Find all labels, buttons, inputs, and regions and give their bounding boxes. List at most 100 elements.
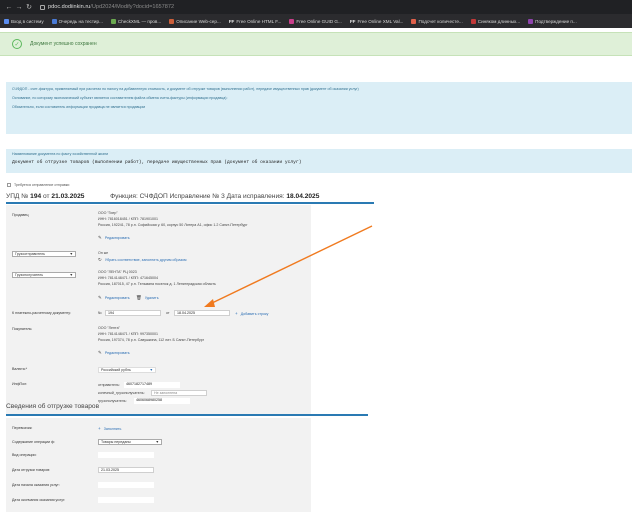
bookmark-icon: [169, 18, 175, 24]
site-info-icon[interactable]: [40, 4, 45, 10]
bookmark-label: Free Online GUID G...: [296, 18, 342, 24]
content-select[interactable]: Товары переданы ▼: [98, 439, 162, 445]
page-content: ✓ Документ успешно сохранен СЧФДОП - сче…: [0, 28, 632, 512]
bookmark-icon: FF: [228, 18, 235, 24]
back-icon[interactable]: ←: [4, 4, 14, 11]
bookmark-item[interactable]: Описание Web-сер...: [169, 18, 221, 24]
bookmark-icon: [51, 18, 57, 24]
dispatch-flag[interactable]: Требуется отправление отправки: [7, 183, 69, 187]
currency-select[interactable]: Российский рубль ▼: [98, 367, 156, 373]
correction-date-label: Дата исправления:: [226, 193, 285, 200]
operation-type-input[interactable]: [98, 452, 154, 458]
document-header: УПД № 194 от 21.03.2025 Функция: СЧФДОП …: [6, 193, 319, 200]
dispatch-label: Требуется отправление отправки: [14, 183, 70, 187]
payment-from-label: от: [166, 311, 170, 315]
infpol-key: отправитель:: [98, 383, 120, 387]
bookmark-item[interactable]: FF Free Online HTML F...: [229, 19, 282, 24]
info-line: СЧФДОП - счет-фактура, применяемый при р…: [12, 87, 359, 91]
bookmark-item[interactable]: CheckXML — пров...: [110, 18, 162, 24]
info-line: Основание, по которому экономический суб…: [12, 96, 228, 100]
plus-icon: +: [235, 311, 238, 316]
seller-label: Продавец: [12, 213, 29, 217]
ship-date-label: Дата отгрузки товаров:: [12, 468, 51, 472]
check-icon: ✓: [12, 39, 22, 49]
pencil-icon: ✎: [98, 235, 102, 240]
seller-name: ООО "Гиер": [98, 211, 118, 215]
bookmark-item[interactable]: Подтверждение п...: [528, 18, 577, 24]
bookmark-icon: FF: [349, 18, 356, 24]
add-row-label: Добавить строку: [240, 311, 269, 316]
bookmark-item[interactable]: Очередь на тестир...: [51, 18, 103, 24]
bookmark-item[interactable]: Синяком длинных...: [470, 18, 520, 24]
consignee-edit-label: Редактировать: [104, 296, 130, 300]
buyer-edit-label: Редактировать: [104, 351, 130, 355]
bookmark-label: CheckXML — пров...: [117, 18, 162, 24]
ship-date-input[interactable]: 21.03.2025: [98, 467, 154, 473]
bookmark-item[interactable]: Free Online GUID G...: [289, 18, 342, 24]
bookmark-item[interactable]: Подсчет количесте...: [411, 18, 463, 24]
shipment-section-divider: [6, 414, 368, 416]
bookmark-label: Free Online HTML F...: [236, 18, 282, 24]
bookmark-icon: [110, 18, 116, 24]
correction-label: Исправление № 3: [169, 193, 225, 200]
shipment-section-title: Сведения об отгрузке товаров: [6, 403, 100, 410]
add-row-link[interactable]: + Добавить строку: [235, 311, 268, 316]
shipper-action-label: Убрать соответствие, заполнить другим об…: [104, 258, 187, 262]
bookmark-label: Описание Web-сер...: [176, 18, 221, 24]
payment-date-input[interactable]: 18.04.2025: [174, 310, 230, 316]
consignee-address: Россия, 187015, 47 р.н. Тельмана поселок…: [98, 282, 216, 286]
bookmark-label: Подсчет количесте...: [418, 18, 463, 24]
transfer-label: Перевозчик:: [12, 426, 33, 430]
infpol-value[interactable]: 4606068980258: [134, 398, 190, 404]
service-start-input[interactable]: [98, 482, 154, 488]
success-alert: ✓ Документ успешно сохранен: [0, 32, 632, 56]
service-end-label: Дата окончания оказания услуг:: [12, 498, 66, 502]
bookmarks-bar: Вход в систему Очередь на тестир... CheckX…: [0, 14, 632, 28]
plus-icon: +: [98, 426, 101, 431]
shipper-select[interactable]: Грузоотправитель ▼: [12, 251, 76, 257]
operation-type-label: Вид операции:: [12, 453, 37, 457]
seller-edit-link[interactable]: ✎ Редактировать: [98, 235, 130, 241]
currency-value: Российский рубль: [101, 368, 131, 372]
infpol-label: ИнфПол:: [12, 382, 28, 386]
consignee-edit-link[interactable]: ✎ Редактировать: [98, 295, 130, 301]
forward-icon[interactable]: →: [14, 4, 24, 11]
url-domain: pdoc.dodiinkin.ru: [48, 4, 91, 10]
service-end-input[interactable]: [98, 497, 154, 503]
buyer-inn: ИНН: 7814148471 / КПП: 997350001: [98, 332, 158, 336]
chevron-down-icon: ▼: [69, 252, 73, 256]
bookmark-item[interactable]: FF Free Online XML Val...: [350, 19, 404, 24]
infpol-key: грузополучатель:: [98, 399, 127, 403]
infpol-value[interactable]: 4607182717489: [124, 382, 180, 388]
document-name-label: Наименование документа по факту хозяйств…: [12, 152, 109, 156]
pencil-icon: ✎: [98, 295, 102, 300]
browser-toolbar: ← → ↻ pdoc.dodiinkin.ru /Upd2024/Modify?…: [0, 0, 632, 14]
transfer-fill-link[interactable]: + Заполнить: [98, 426, 121, 431]
pencil-icon: ✎: [98, 350, 102, 355]
address-bar[interactable]: pdoc.dodiinkin.ru /Upd2024/Modify?docid=…: [40, 4, 174, 10]
bookmark-icon: [289, 18, 295, 24]
shipper-action-link[interactable]: ↻ Убрать соответствие, заполнить другим …: [98, 257, 187, 263]
infpol-value[interactable]: Не заполнена: [151, 390, 207, 396]
bookmark-label: Подтверждение п...: [535, 18, 577, 24]
consignee-delete-label: Удалить: [144, 296, 159, 300]
service-start-label: Дата начала оказания услуг:: [12, 483, 60, 487]
bookmark-icon: [4, 18, 9, 24]
bookmark-item[interactable]: Вход в систему: [4, 18, 44, 24]
payment-doc-label: К платежно-расчетному документу:: [12, 311, 72, 315]
reload-icon[interactable]: ↻: [24, 3, 34, 11]
consignee-select[interactable]: Грузополучатель ▼: [12, 272, 76, 278]
dispatch-checkbox[interactable]: [7, 183, 11, 187]
currency-label: Валюта:*: [12, 367, 28, 371]
payment-no-input[interactable]: 194: [105, 310, 161, 316]
content-label: Содержание операции ф:: [12, 440, 55, 444]
seller-inn: ИНН: 7816018451 / КПП: 781901001: [98, 217, 158, 221]
buyer-edit-link[interactable]: ✎ Редактировать: [98, 350, 130, 356]
consignee-delete-link[interactable]: 🗑 Удалить: [136, 295, 159, 301]
info-line: Обязательно, если составитель информации…: [12, 105, 146, 109]
refresh-icon: ↻: [98, 257, 102, 262]
document-name-panel: Наименование документа по факту хозяйств…: [6, 149, 632, 173]
correction-date: 18.04.2025: [286, 193, 320, 200]
transfer-fill-label: Заполнить: [103, 426, 122, 431]
buyer-name: ООО "Лента": [98, 326, 120, 330]
